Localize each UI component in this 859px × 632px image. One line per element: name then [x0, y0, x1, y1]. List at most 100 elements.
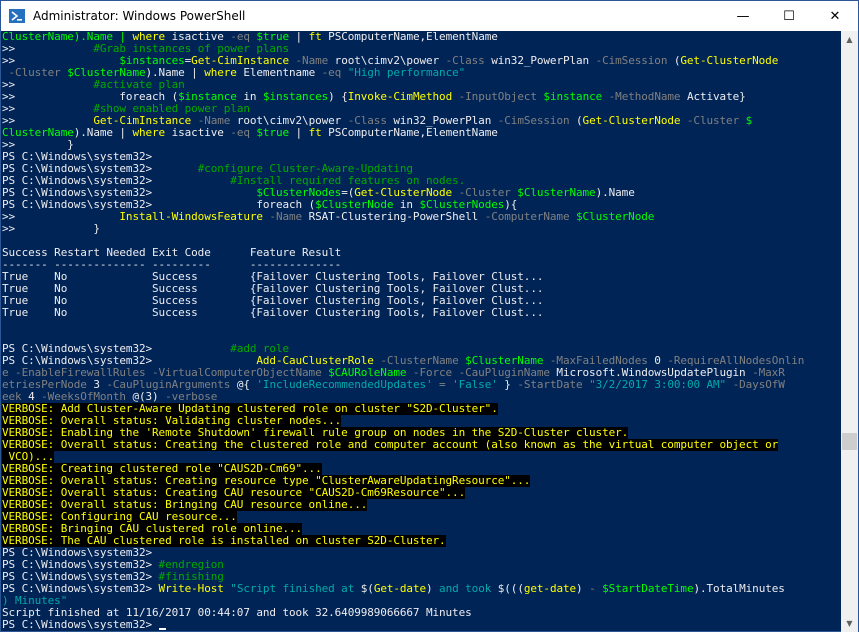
console-text: PSComputerName,ElementName — [321, 31, 498, 43]
console-text: VERBOSE: The CAU clustered role is insta… — [2, 535, 446, 547]
console-text: Get-ClusterNode — [354, 187, 453, 199]
console-text: >> — [2, 55, 120, 67]
console-text: ){ — [504, 199, 518, 211]
console-text: $ — [739, 115, 753, 127]
console-text: 4 — [21, 391, 42, 403]
console-text: Install-WindowsFeature — [119, 211, 263, 223]
console-text: -MaxFailedNodes — [543, 355, 648, 367]
console-line: ) Minutes" — [2, 595, 841, 607]
console-text: -InputObject — [452, 91, 537, 103]
console-text: ft — [308, 31, 322, 43]
console-text: Invoke-CimMethod — [347, 91, 453, 103]
console-text: foreach — [256, 199, 303, 211]
console-line: ClusterName).Name | where isactive -eq $… — [2, 127, 841, 139]
console-text: $StartDateTime — [602, 583, 694, 595]
console-text: #show enabled power plan — [93, 103, 250, 115]
console-text: -verbose — [165, 391, 218, 403]
console-line: VERBOSE: Overall status: Creating the cl… — [2, 439, 841, 451]
console-text: etriesPerNode — [2, 379, 87, 391]
console-line: e -EnableFirewallRules -VirtualComputerO… — [2, 367, 841, 379]
console-text: >> — [2, 211, 120, 223]
console-text: where — [132, 31, 166, 43]
console-text: "High performance" — [341, 67, 466, 79]
console-text: isactive — [165, 31, 231, 43]
console-text: ( — [165, 91, 179, 103]
console-text: } — [497, 379, 518, 391]
console-text: True No Success {Failover Clustering Too… — [2, 307, 544, 319]
console-text: Get-CimInstance — [93, 115, 192, 127]
console-text: Microsoft.WindowsUpdatePlugin — [549, 367, 753, 379]
console-line: True No Success {Failover Clustering Too… — [2, 271, 841, 283]
console-text: $instances — [262, 91, 329, 103]
window-title: Administrator: Windows PowerShell — [33, 9, 246, 23]
console-text: in — [393, 199, 420, 211]
console-text: RSAT-Clustering-PowerShell — [302, 211, 485, 223]
console-text: -StartDate — [517, 379, 583, 391]
console-text: $instances — [119, 55, 185, 67]
console-line: >> Install-WindowsFeature -Name RSAT-Clu… — [2, 211, 841, 223]
console-text: >> — [2, 91, 120, 103]
console-text: Get-CimInstance — [191, 55, 290, 67]
console-text: PS C:\Windows\system32> — [2, 547, 153, 559]
console-text: VCO)... — [2, 451, 55, 463]
console-text: VERBOSE: Overall status: Creating the cl… — [2, 439, 779, 451]
console-text: PS C:\Windows\system32> — [2, 583, 159, 595]
console-text: ClusterName — [2, 127, 74, 139]
console-text: PS C:\Windows\system32> — [2, 619, 159, 631]
console-text: -Class — [347, 115, 387, 127]
console-line: >> } — [2, 223, 841, 235]
console-text: $ClusterName — [510, 187, 596, 199]
console-text: >> — [2, 103, 94, 115]
console-text: get-date — [523, 583, 577, 595]
console-text: ------- -------------- --------- -------… — [2, 259, 342, 271]
scroll-down-arrow-icon[interactable]: ▼ — [841, 615, 858, 632]
console-text: -eq — [230, 127, 250, 139]
console-text: -CimSession — [595, 55, 668, 67]
console-text: $((( — [497, 583, 524, 595]
console-text: $ClusterName — [458, 355, 544, 367]
console-text: and took — [432, 583, 498, 595]
maximize-button[interactable]: ☐ — [766, 1, 812, 31]
console-output[interactable]: ClusterName).Name | where isactive -eq $… — [1, 31, 841, 632]
console-text: PS C:\Windows\system32> — [2, 163, 198, 175]
minimize-button[interactable]: — — [720, 1, 766, 31]
console-text: PS C:\Windows\system32> — [2, 151, 153, 163]
console-line: >> $instances=Get-CimInstance -Name root… — [2, 55, 841, 67]
console-text: ft — [308, 127, 322, 139]
console-text: $ClusterNode — [315, 199, 394, 211]
console-line: VERBOSE: Overall status: Bringing CAU re… — [2, 499, 841, 511]
console-text: | — [289, 31, 309, 43]
console-text: VERBOSE: Configuring CAU resource... — [2, 511, 237, 523]
console-text: VERBOSE: Enabling the 'Remote Shutdown' … — [2, 427, 629, 439]
console-line: PS C:\Windows\system32> — [2, 151, 841, 163]
console-text: isactive — [165, 127, 231, 139]
console-text: #activate plan — [93, 79, 185, 91]
console-line: >> } — [2, 139, 841, 151]
console-line: Script finished at 11/16/2017 00:44:07 a… — [2, 607, 841, 619]
console-line: eek 4 -WeeksOfMonth @(3) -verbose — [2, 391, 841, 403]
scrollbar-thumb[interactable] — [842, 433, 857, 450]
console-text: ( — [667, 55, 681, 67]
console-text: #Install required features on nodes. — [230, 175, 466, 187]
console-text: -Name — [191, 115, 231, 127]
vertical-scrollbar[interactable]: ▲ ▼ — [841, 31, 858, 632]
console-text: -DaysOfW — [726, 379, 785, 391]
console-text: - — [582, 583, 603, 595]
console-line: VERBOSE: The CAU clustered role is insta… — [2, 535, 841, 547]
console-text: >> } — [2, 139, 74, 151]
powershell-icon — [9, 9, 25, 23]
console-text: #add role — [230, 343, 289, 355]
console-line: VERBOSE: Overall status: Creating resour… — [2, 475, 841, 487]
console-text: e -EnableFirewallRules -VirtualComputerO… — [2, 367, 322, 379]
close-button[interactable]: ✕ — [812, 1, 858, 31]
console-text: PSComputerName,ElementName — [321, 127, 498, 139]
console-text: | — [289, 127, 309, 139]
console-text: Success Restart Needed Exit Code Feature… — [2, 247, 342, 259]
title-bar[interactable]: Administrator: Windows PowerShell — ☐ ✕ — [1, 1, 858, 31]
console-text: Get-date — [373, 583, 426, 595]
console-line: >> #activate plan — [2, 79, 841, 91]
scroll-up-arrow-icon[interactable]: ▲ — [841, 31, 858, 48]
console-text: #finishing — [158, 571, 224, 583]
